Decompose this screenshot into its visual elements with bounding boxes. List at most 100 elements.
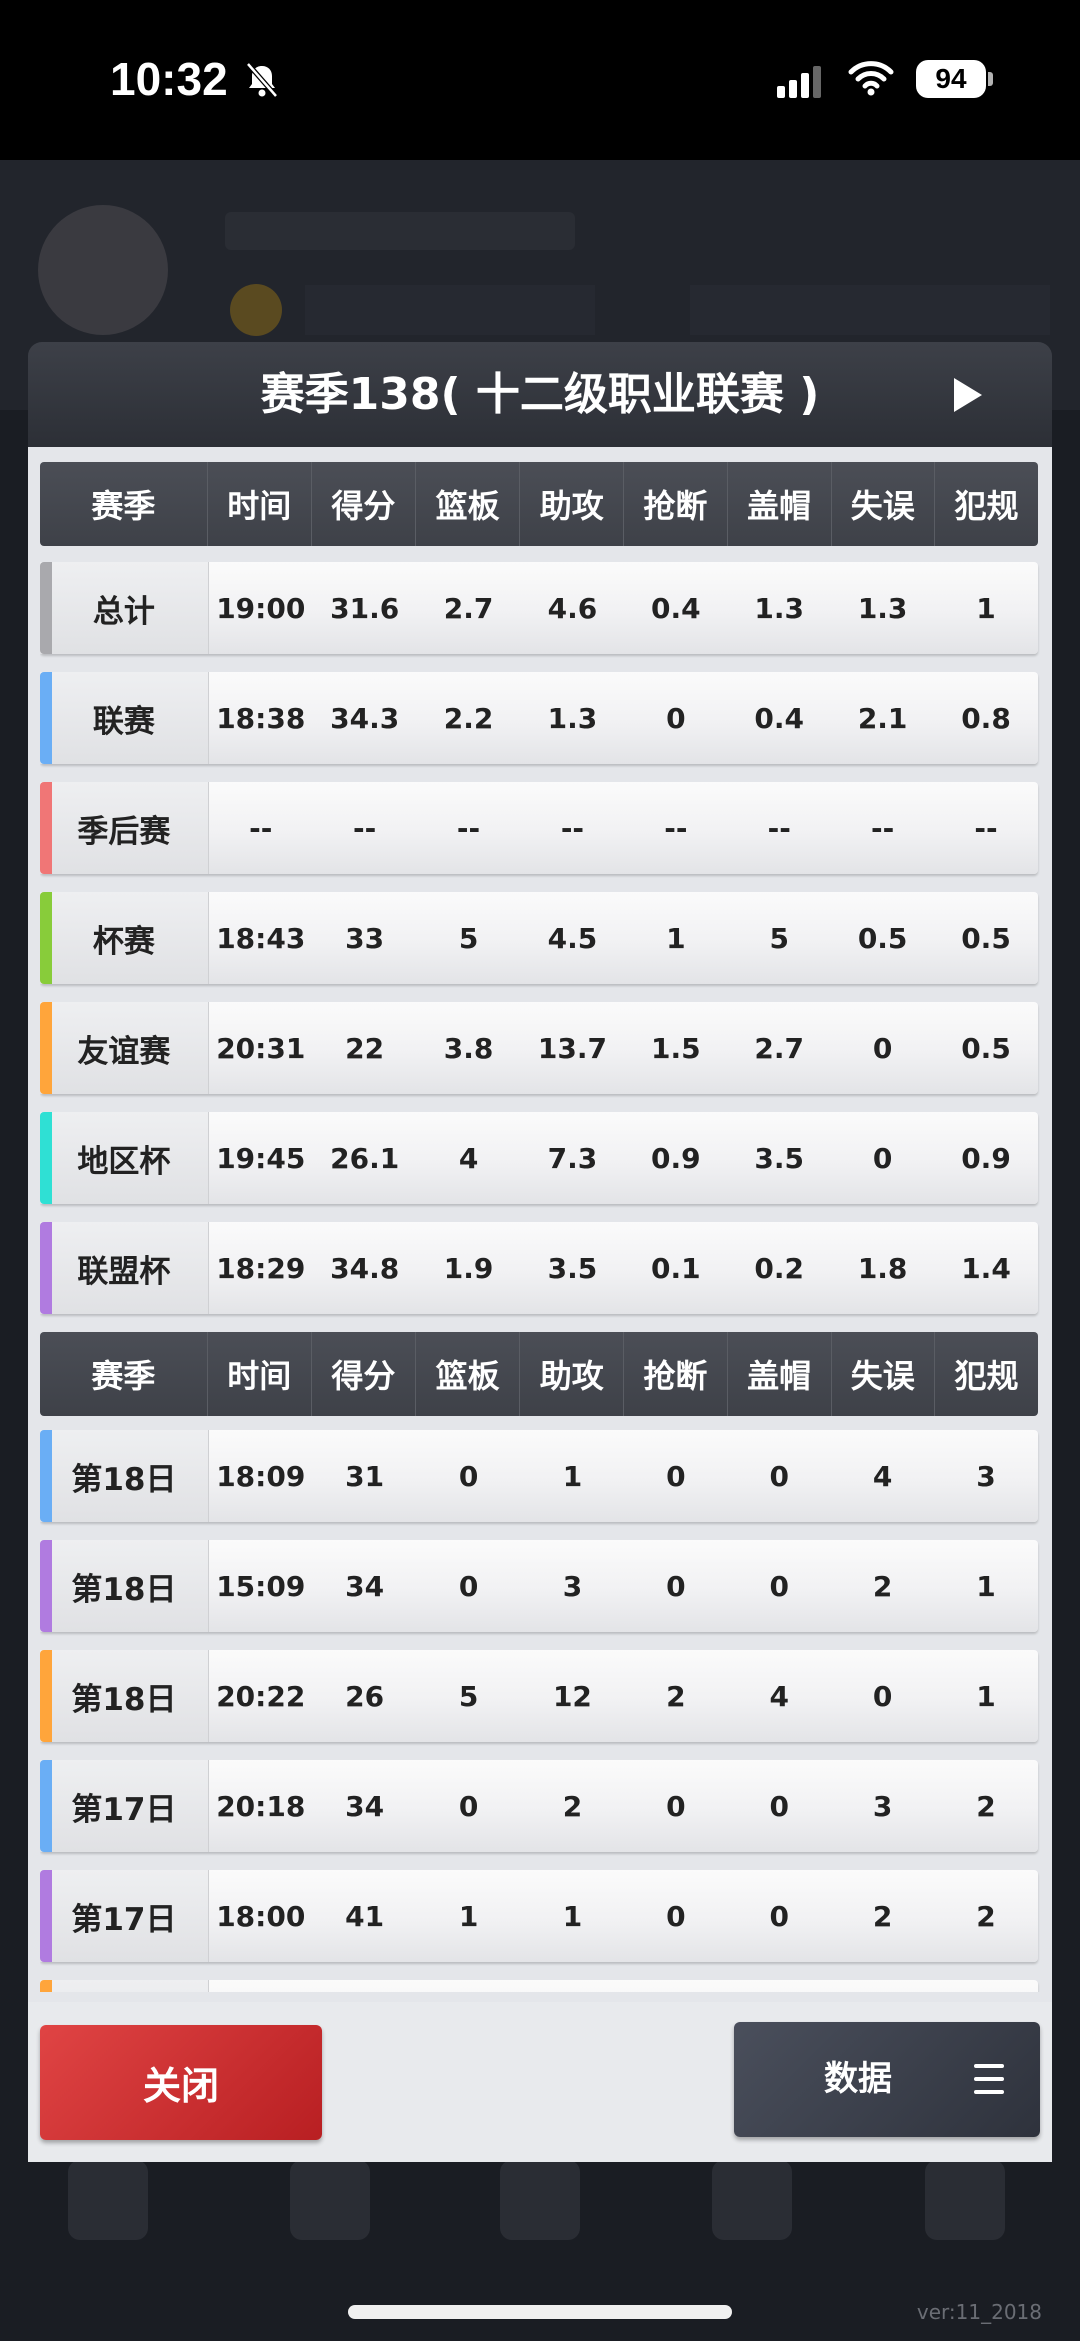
profile-name-strip bbox=[225, 212, 575, 250]
cell-points: 26 bbox=[345, 1679, 385, 1713]
table-row-summary[interactable]: 联盟杯 18:29 34.8 1.9 3.5 0.1 0.2 1.8 1.4 bbox=[40, 1222, 1038, 1314]
cell-blocks: 0 bbox=[769, 1459, 789, 1493]
cell-points: 22 bbox=[345, 1031, 385, 1065]
stats-scroll-area[interactable]: 赛季 时间 得分 篮板 助攻 抢断 盖帽 失误 犯规 总计 19:00 31.6 2.… bbox=[40, 462, 1040, 1992]
home-indicator bbox=[348, 2305, 732, 2319]
cell-assists: 4.6 bbox=[547, 591, 598, 625]
column-header-fouls: 犯规 bbox=[954, 1357, 1019, 1395]
nav-item-icon bbox=[290, 2160, 370, 2240]
cell-season: 联盟杯 bbox=[40, 1222, 209, 1314]
table-row-summary[interactable]: 总计 19:00 31.6 2.7 4.6 0.4 1.3 1.3 1 bbox=[40, 562, 1038, 654]
table-row-game[interactable] bbox=[40, 1980, 1038, 1992]
cell-time: 18:00 bbox=[216, 1899, 306, 1933]
cell-time: 18:29 bbox=[216, 1251, 306, 1285]
cell-points: 31 bbox=[345, 1459, 385, 1493]
column-header-assists: 助攻 bbox=[520, 462, 625, 546]
cell-assists: 2 bbox=[562, 1789, 583, 1823]
column-header-time: 时间 bbox=[208, 1332, 312, 1416]
cell-assists: 13.7 bbox=[537, 1031, 607, 1065]
cell-time: 18:43 bbox=[216, 921, 306, 955]
column-header-season: 赛季 bbox=[40, 1332, 208, 1416]
cell-blocks: 4 bbox=[769, 1679, 789, 1713]
cell-points: 34.3 bbox=[330, 701, 400, 735]
cell-turnovers: -- bbox=[870, 811, 895, 845]
cell-fouls: 0.5 bbox=[961, 1031, 1011, 1065]
table-row-game[interactable]: 第17日 20:18 34 0 2 0 0 3 2 bbox=[40, 1760, 1038, 1852]
cell-rebounds bbox=[417, 1980, 521, 1992]
cell-rebounds: 1 bbox=[458, 1899, 479, 1933]
cell-steals: 0.1 bbox=[651, 1251, 701, 1285]
cell-rebounds: 0 bbox=[458, 1569, 479, 1603]
cell-fouls: 1 bbox=[976, 1569, 996, 1603]
cell-time bbox=[209, 1980, 313, 1992]
cell-season: 第18日 bbox=[40, 1430, 209, 1522]
cell-time: 19:45 bbox=[216, 1141, 306, 1175]
cell-turnovers: 0 bbox=[872, 1141, 893, 1175]
cell-blocks: 2.7 bbox=[754, 1031, 805, 1065]
column-header-season: 赛季 bbox=[40, 462, 208, 546]
row-color-indicator bbox=[40, 1980, 52, 1992]
table-header-season-summary: 赛季 时间 得分 篮板 助攻 抢断 盖帽 失误 犯规 bbox=[40, 462, 1038, 546]
column-header-blocks: 盖帽 bbox=[728, 1332, 832, 1416]
cell-blocks: 3.5 bbox=[754, 1141, 805, 1175]
cell-fouls: 2 bbox=[976, 1789, 996, 1823]
cell-time: 19:00 bbox=[216, 591, 306, 625]
battery-tip bbox=[988, 72, 993, 86]
status-bar: 10:32 94 bbox=[0, 0, 1080, 160]
cell-season: 地区杯 bbox=[40, 1112, 209, 1204]
row-color-indicator bbox=[40, 1650, 52, 1742]
cell-turnovers: 2.1 bbox=[857, 701, 908, 735]
cell-assists: 1 bbox=[562, 1459, 583, 1493]
cell-fouls: -- bbox=[974, 811, 998, 845]
column-header-blocks: 盖帽 bbox=[728, 462, 832, 546]
table-row-game[interactable]: 第18日 18:09 31 0 1 0 0 4 3 bbox=[40, 1430, 1038, 1522]
cell-fouls: 3 bbox=[976, 1459, 996, 1493]
cell-season: 杯赛 bbox=[40, 892, 209, 984]
close-button[interactable]: 关闭 bbox=[40, 2025, 322, 2140]
coin-icon bbox=[230, 284, 282, 336]
table-row-game[interactable]: 第18日 20:22 26 5 12 2 4 0 1 bbox=[40, 1650, 1038, 1742]
cell-fouls: 2 bbox=[976, 1899, 996, 1933]
version-label: ver:11_2018 bbox=[916, 2300, 1042, 2324]
data-button[interactable]: 数据 bbox=[734, 2022, 1040, 2137]
table-row-summary[interactable]: 季后赛 -- -- -- -- -- -- -- -- bbox=[40, 782, 1038, 874]
battery-level: 94 bbox=[916, 60, 986, 98]
table-row-summary[interactable]: 友谊赛 20:31 22 3.8 13.7 1.5 2.7 0 0.5 bbox=[40, 1002, 1038, 1094]
menu-icon bbox=[974, 2064, 1004, 2094]
cell-points: -- bbox=[353, 811, 377, 845]
cell-turnovers: 0 bbox=[872, 1031, 893, 1065]
table-row-game[interactable]: 第18日 15:09 34 0 3 0 0 2 1 bbox=[40, 1540, 1038, 1632]
cell-steals: 2 bbox=[666, 1679, 686, 1713]
cell-rebounds: -- bbox=[456, 811, 481, 845]
cell-points: 31.6 bbox=[330, 591, 400, 625]
cell-blocks: 0.2 bbox=[754, 1251, 805, 1285]
cell-time: -- bbox=[249, 811, 273, 845]
cell-turnovers: 1.8 bbox=[857, 1251, 908, 1285]
cell-blocks: 0 bbox=[769, 1569, 789, 1603]
cell-blocks: 0.4 bbox=[754, 701, 805, 735]
row-color-indicator bbox=[40, 1002, 52, 1094]
cell-rebounds: 3.8 bbox=[443, 1031, 494, 1065]
nav-item-icon bbox=[712, 2160, 792, 2240]
cell-time: 20:18 bbox=[216, 1789, 306, 1823]
cell-steals: 1.5 bbox=[651, 1031, 701, 1065]
status-time: 10:32 bbox=[110, 53, 228, 105]
column-header-rebounds: 篮板 bbox=[416, 462, 521, 546]
cell-assists: 3.5 bbox=[547, 1251, 598, 1285]
column-header-points: 得分 bbox=[312, 1332, 416, 1416]
table-row-summary[interactable]: 联赛 18:38 34.3 2.2 1.3 0 0.4 2.1 0.8 bbox=[40, 672, 1038, 764]
cell-blocks bbox=[727, 1980, 831, 1992]
table-row-summary[interactable]: 地区杯 19:45 26.1 4 7.3 0.9 3.5 0 0.9 bbox=[40, 1112, 1038, 1204]
cell-turnovers: 4 bbox=[872, 1459, 893, 1493]
play-icon[interactable] bbox=[954, 378, 982, 412]
cell-turnovers bbox=[831, 1980, 934, 1992]
row-color-indicator bbox=[40, 892, 52, 984]
cell-fouls: 0.9 bbox=[961, 1141, 1011, 1175]
cell-points: 41 bbox=[345, 1899, 385, 1933]
table-row-game[interactable]: 第17日 18:00 41 1 1 0 0 2 2 bbox=[40, 1870, 1038, 1962]
table-row-summary[interactable]: 杯赛 18:43 33 5 4.5 1 5 0.5 0.5 bbox=[40, 892, 1038, 984]
table-header-game-log: 赛季 时间 得分 篮板 助攻 抢断 盖帽 失误 犯规 bbox=[40, 1332, 1038, 1416]
column-header-steals: 抢断 bbox=[624, 1332, 728, 1416]
column-header-fouls: 犯规 bbox=[954, 487, 1019, 525]
cell-time: 18:09 bbox=[216, 1459, 306, 1493]
